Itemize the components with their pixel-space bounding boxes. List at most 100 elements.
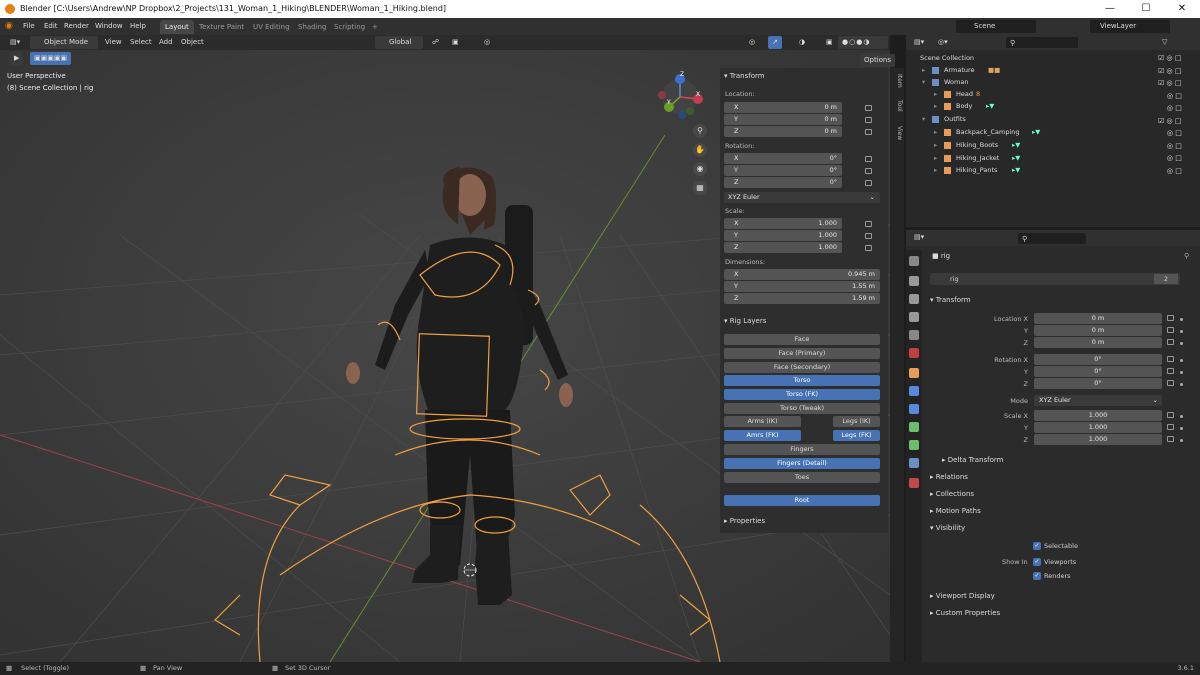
physics-tab-icon[interactable] [909,422,919,432]
menu-object[interactable]: Object [177,36,208,49]
shading-mode-buttons[interactable]: ●○●◑ [838,36,888,49]
visibility-toggles[interactable]: ☑ ◎ □ ☑ ◎ □ ☑ ◎ □ ◎ □ ◎ □ ☑ ◎ □ ◎ □ ◎ □ ◎ □… [1158,52,1198,176]
render-tab-icon[interactable] [909,276,919,286]
scene-selector[interactable]: Scene [956,20,1036,33]
view-layer-tab-icon[interactable] [909,312,919,322]
keyframe-dot-icon[interactable] [1180,427,1183,430]
prop-location-y[interactable]: 0 m [1034,325,1162,336]
tab-view[interactable]: View [891,126,903,140]
properties-header[interactable]: ▸ Properties [724,517,765,525]
prop-scale-x[interactable]: 1.000 [1034,410,1162,421]
tab-texture-paint[interactable]: Texture Paint [194,20,249,34]
delta-transform-header[interactable]: ▸ Delta Transform [942,456,1003,464]
dimensions-x-field[interactable]: X 0.945 m [724,269,880,280]
rig-layer-legs-fk[interactable]: Legs (FK) [833,430,880,441]
rig-layer-arms-fk[interactable]: Amrs (FK) [724,430,801,441]
visibility-icon[interactable]: ◎ [745,36,759,49]
properties-search-input[interactable]: ⚲ [1018,233,1086,244]
xray-icon[interactable]: ▣ [822,36,837,49]
transform-header[interactable]: ▾ Transform [724,72,765,80]
rig-layer-root[interactable]: Root [724,495,880,506]
lock-icon[interactable] [865,117,872,123]
selectable-checkbox[interactable]: ✓ [1033,542,1041,550]
motion-paths-header[interactable]: ▸ Motion Paths [930,507,981,515]
tool-tab-icon[interactable] [909,256,919,266]
lock-icon[interactable] [865,168,872,174]
prop-transform-header[interactable]: ▾ Transform [930,296,971,304]
outliner-row-jacket[interactable]: ▸ Hiking_Jacket ▸▼ [906,152,1200,164]
pivot-icon[interactable]: ☍ [428,36,443,49]
lock-icon[interactable] [865,221,872,227]
keyframe-dot-icon[interactable] [1180,415,1183,418]
rig-layer-face[interactable]: Face [724,334,880,345]
toolbar-toggle-icon[interactable]: ▶ [10,52,24,65]
object-name-field[interactable]: rig 2 [930,273,1180,285]
rig-layer-toes[interactable]: Toes [724,472,880,483]
keyframe-dot-icon[interactable] [1180,330,1183,333]
outliner-row-body[interactable]: ▸ Body ▸▼ [906,100,1200,112]
lock-icon[interactable] [1167,412,1174,418]
camera-icon[interactable]: ◉ [693,162,707,176]
constraints-tab-icon[interactable] [909,458,919,468]
lock-icon[interactable] [865,156,872,162]
keyframe-dot-icon[interactable] [1180,318,1183,321]
snap-icon[interactable]: ▣ [448,36,463,49]
menu-add[interactable]: Add [155,36,177,49]
proportional-edit-icon[interactable]: ◎ [480,36,494,49]
outliner-row-backpack[interactable]: ▸ Backpack_Camping ▸▼ [906,126,1200,138]
options-button[interactable]: Options [860,54,896,67]
prop-rotation-x[interactable]: 0° [1034,354,1162,365]
keyframe-dot-icon[interactable] [1180,439,1183,442]
menu-window[interactable]: Window [95,18,123,35]
prop-scale-y[interactable]: 1.000 [1034,422,1162,433]
rig-layer-face-primary[interactable]: Face (Primary) [724,348,880,359]
filter-icon[interactable]: ▽ [1158,36,1171,49]
lock-icon[interactable] [865,129,872,135]
prop-rotation-z[interactable]: 0° [1034,378,1162,389]
select-box-icon[interactable]: ▣▣▣▣▣ [30,52,72,65]
outliner-row-armature[interactable]: ▸ Armature ■■ [906,64,1200,76]
scale-x-field[interactable]: X 1.000 [724,218,842,229]
editor-type-icon[interactable]: ▤▾ [910,231,928,244]
menu-file[interactable]: File [23,18,35,35]
viewlayer-selector[interactable]: ViewLayer [1090,20,1170,33]
viewports-checkbox[interactable]: ✓ [1033,558,1041,566]
world-tab-icon[interactable] [909,348,919,358]
prop-rotation-mode-dropdown[interactable]: XYZ Euler ⌄ [1034,395,1162,406]
location-y-field[interactable]: Y 0 m [724,114,842,125]
rotation-x-field[interactable]: X 0° [724,153,842,164]
editor-type-icon[interactable]: ▤▾ [910,36,928,49]
scale-z-field[interactable]: Z 1.000 [724,242,842,253]
menu-select[interactable]: Select [126,36,156,49]
keyframe-dot-icon[interactable] [1180,371,1183,374]
close-button[interactable]: ✕ [1164,0,1200,18]
prop-location-x[interactable]: 0 m [1034,313,1162,324]
lock-icon[interactable] [865,180,872,186]
lock-icon[interactable] [1167,339,1174,345]
rotation-mode-dropdown[interactable]: XYZ Euler ⌄ [724,192,880,203]
keyframe-dot-icon[interactable] [1180,342,1183,345]
rig-layer-torso-tweak[interactable]: Torso (Tweak) [724,403,880,414]
rig-layer-arms-ik[interactable]: Arms (IK) [724,416,801,427]
modifiers-tab-icon[interactable] [909,386,919,396]
tab-layout[interactable]: Layout [160,20,194,34]
tab-item[interactable]: Item [891,74,903,88]
rig-layers-header[interactable]: ▾ Rig Layers [724,317,766,325]
maximize-button[interactable]: ☐ [1128,0,1164,18]
collections-header[interactable]: ▸ Collections [930,490,974,498]
viewport-display-header[interactable]: ▸ Viewport Display [930,592,995,600]
menu-edit[interactable]: Edit [44,18,58,35]
outliner-row-outfits[interactable]: ▾ Outfits [906,113,1200,125]
object-tab-icon[interactable] [909,368,919,378]
tab-shading[interactable]: Shading [293,20,331,34]
display-mode-icon[interactable]: ◎▾ [934,36,952,49]
minimize-button[interactable]: — [1092,0,1128,18]
outliner-row-woman[interactable]: ▾ Woman [906,76,1200,88]
dimensions-z-field[interactable]: Z 1.59 m [724,293,880,304]
location-z-field[interactable]: Z 0 m [724,126,842,137]
rig-layer-face-secondary[interactable]: Face (Secondary) [724,362,880,373]
location-x-field[interactable]: X 0 m [724,102,842,113]
blender-menu-icon[interactable]: ◉ [5,18,13,35]
lock-icon[interactable] [1167,356,1174,362]
outliner-search-input[interactable]: ⚲ [1006,37,1078,48]
